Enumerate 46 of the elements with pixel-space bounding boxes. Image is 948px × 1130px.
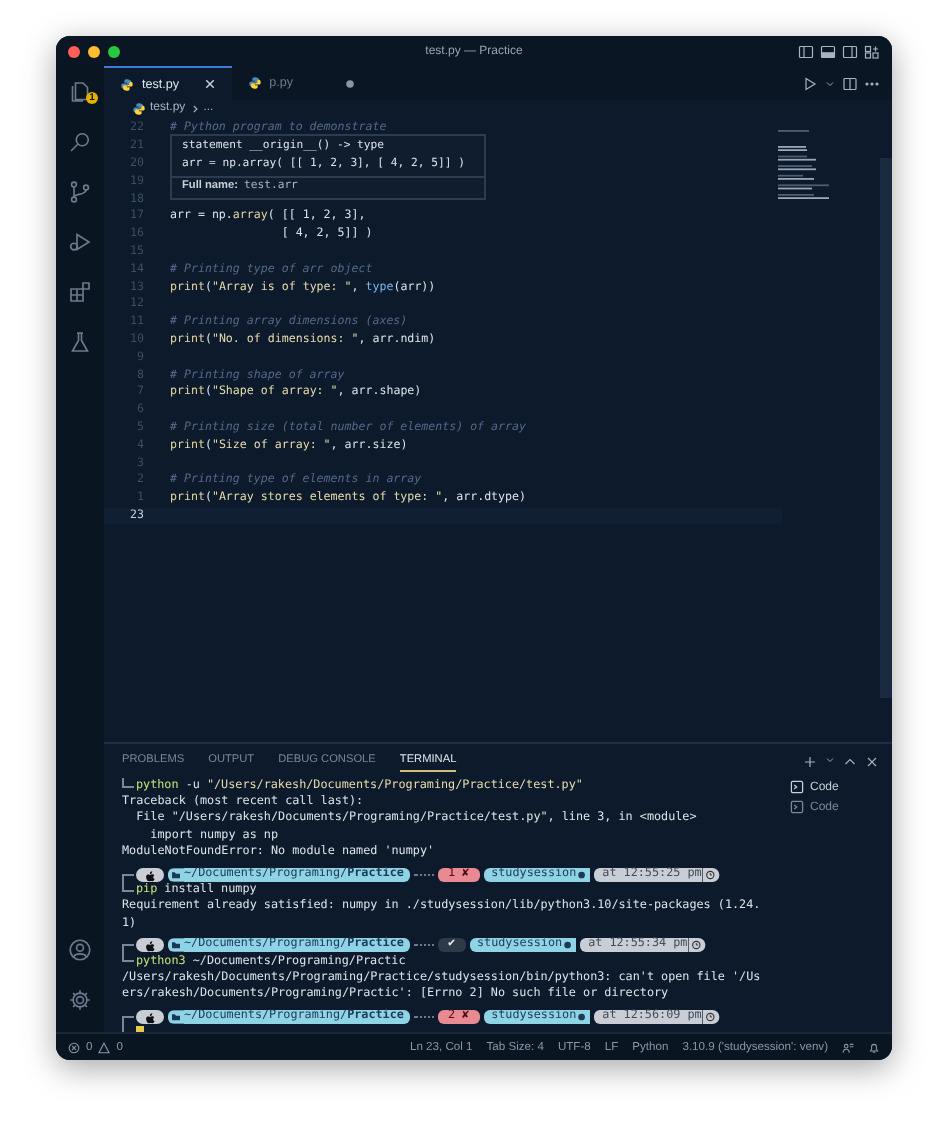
customize-layout-icon[interactable]	[864, 43, 880, 59]
chevron-up-icon[interactable]	[842, 753, 858, 769]
folder-icon	[168, 867, 184, 882]
os-logo-icon	[136, 867, 164, 882]
run-debug-icon[interactable]	[68, 229, 92, 253]
clock-icon	[701, 867, 720, 882]
python-file-icon	[132, 102, 146, 116]
maximize-window-button[interactable]	[108, 45, 120, 57]
source-control-icon[interactable]	[68, 179, 92, 203]
settings-icon[interactable]	[68, 987, 92, 1011]
chevron-down-icon[interactable]	[824, 77, 836, 89]
terminal-icon	[790, 800, 804, 814]
extensions-icon[interactable]	[68, 279, 92, 303]
toggle-sidebar-icon[interactable]	[798, 43, 814, 59]
flask-icon[interactable]	[68, 329, 92, 353]
error-icon[interactable]	[68, 1041, 80, 1053]
close-window-button[interactable]	[68, 45, 80, 57]
folder-icon	[168, 1010, 184, 1025]
warning-icon[interactable]	[98, 1041, 111, 1053]
clock-icon	[701, 1010, 720, 1025]
chevron-right-icon	[189, 104, 200, 114]
python-icon	[576, 867, 591, 882]
notifications-bell-icon[interactable]	[868, 1041, 880, 1053]
search-icon[interactable]	[68, 129, 92, 153]
python-icon	[562, 938, 577, 953]
plus-icon[interactable]	[802, 753, 818, 769]
split-editor-icon[interactable]	[842, 75, 858, 91]
clock-icon	[687, 938, 706, 953]
close-icon[interactable]	[203, 78, 216, 90]
toggle-panel-icon[interactable]	[820, 43, 836, 59]
folder-icon	[168, 938, 184, 953]
python-file-icon	[247, 76, 262, 90]
os-logo-icon	[136, 938, 164, 953]
run-icon[interactable]	[802, 75, 818, 91]
feedback-icon[interactable]	[842, 1041, 854, 1053]
scrollbar[interactable]	[880, 158, 892, 698]
files-icon[interactable]	[68, 79, 92, 103]
python-icon	[576, 1010, 591, 1025]
toggle-secondary-sidebar-icon[interactable]	[842, 43, 858, 59]
minimize-window-button[interactable]	[88, 45, 100, 57]
chevron-down-icon[interactable]	[824, 753, 836, 765]
os-logo-icon	[136, 1010, 164, 1025]
python-file-icon	[120, 77, 134, 91]
close-icon[interactable]	[864, 753, 880, 769]
terminal-icon	[790, 780, 804, 794]
account-icon[interactable]	[68, 937, 92, 961]
